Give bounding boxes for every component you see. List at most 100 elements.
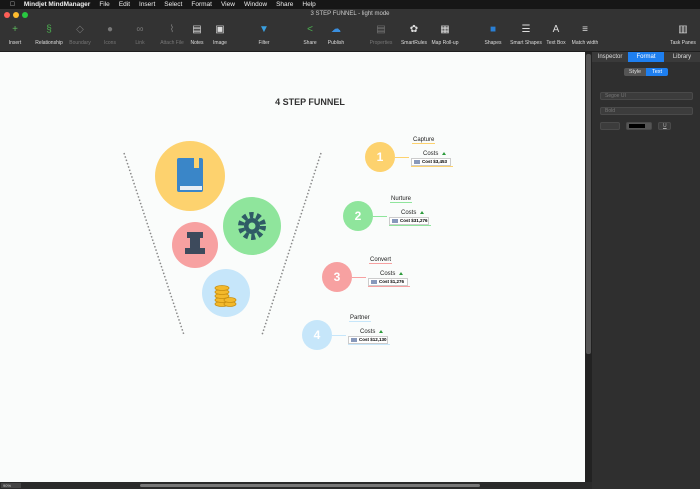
font-weight-select[interactable]: Bold [600,107,693,115]
flag-icon [379,330,383,333]
map-rollup-icon: ▦ [440,24,450,35]
menu-share[interactable]: Share [276,1,293,8]
icons-icon: ● [106,24,114,35]
step-2-label[interactable]: Nurture [390,196,413,203]
toolbar-label: Icons [104,40,116,46]
table-icon [351,338,357,342]
menu-help[interactable]: Help [302,1,315,8]
step-3-label[interactable]: Convert [369,257,393,264]
toolbar-label: Text Box [546,40,566,46]
match-width-icon: ≡ [582,24,588,35]
menu-file[interactable]: File [99,1,109,8]
step-connector [373,216,387,217]
funnel-graphic [123,141,322,336]
font-family-select[interactable]: Segoe UI [600,92,693,100]
task-panes-icon: ▥ [678,24,688,35]
task-pane: Inspector Format Library Style Text Sego… [592,52,700,489]
font-size-select[interactable] [600,122,620,130]
menu-edit[interactable]: Edit [119,1,130,8]
toolbar-label: Match width [571,40,599,46]
tab-library[interactable]: Library [664,52,700,62]
step-2-circle[interactable]: 2 [343,201,373,231]
toolbar-label: Publish [327,40,345,46]
close-button[interactable] [4,12,10,18]
costs-label: Costs [360,329,376,335]
tab-inspector[interactable]: Inspector [592,52,628,62]
menu-window[interactable]: Window [244,1,267,8]
step-3-circle[interactable]: 3 [322,262,352,292]
menu-view[interactable]: View [221,1,235,8]
smart-shapes-icon: ☰ [521,24,531,35]
table-icon [392,219,398,223]
menu-app[interactable]: Mindjet MindManager [24,1,90,8]
menu-bar:  Mindjet MindManager File Edit Insert S… [0,0,700,9]
book-icon [177,158,203,192]
table-icon [371,280,377,284]
step-2-costs[interactable]: Costs Cost $31,276 [389,210,431,226]
flag-icon [420,211,424,214]
font-color-picker[interactable] [626,122,652,130]
step-1-costs[interactable]: Costs Cost $3,453 [411,151,453,167]
image-icon: ▣ [215,24,225,35]
shapes-icon: ■ [489,24,497,35]
task-panes-button[interactable]: ▥ Task Panes [663,24,700,46]
step-3-costs[interactable]: Costs Cost $1,276 [368,271,410,287]
cost-text: Cost $12,130 [359,337,387,342]
properties-icon: ▤ [376,24,386,35]
zoom-select[interactable]: 90% [1,483,21,488]
apple-menu[interactable]:  [10,1,15,8]
toolbar-label: Boundary [69,40,91,46]
step-4-costs[interactable]: Costs Cost $12,130 [348,329,390,345]
subtab-text[interactable]: Text [646,68,668,76]
filter-button[interactable]: ▼ Filter [244,24,284,46]
toolbar-label: SmartRules [400,40,428,46]
window-title: 3 STEP FUNNEL - light mode [0,9,700,20]
menu-format[interactable]: Format [191,1,212,8]
minimize-button[interactable] [13,12,19,18]
table-icon [414,160,420,164]
step-1-circle[interactable]: 1 [365,142,395,172]
cost-value: Cost $3,453 [411,158,451,166]
vertical-scrollbar[interactable] [585,52,592,482]
smartrules-icon: ✿ [409,24,419,35]
underline-button[interactable]: U [658,122,671,130]
toolbar-label: Image [213,40,227,46]
step-4-label[interactable]: Partner [349,315,371,322]
cost-value: Cost $12,130 [348,336,388,344]
status-bar: 90% [0,482,592,489]
publish-button[interactable]: ☁ Publish [316,24,356,46]
cost-text: Cost $31,276 [400,218,428,223]
step-4-circle[interactable]: 4 [302,320,332,350]
flag-icon [399,272,403,275]
cost-text: Cost $1,276 [379,279,405,284]
image-button[interactable]: ▣ Image [200,24,240,46]
menu-select[interactable]: Select [164,1,182,8]
toolbar-label: Insert [8,40,22,46]
toolbar-label: Task Panes [670,40,696,46]
cost-value: Cost $1,276 [368,278,408,286]
horizontal-scrollbar[interactable] [140,484,480,487]
subtab-style[interactable]: Style [624,68,646,76]
toolbar-label: Filter [258,40,270,46]
insert-topic-icon: + [12,24,18,35]
step-connector [395,157,409,158]
zoom-button[interactable] [22,12,28,18]
menu-insert[interactable]: Insert [139,1,155,8]
toolbar-label: Share [303,40,317,46]
step-1-label[interactable]: Capture [412,137,436,144]
flag-icon [442,152,446,155]
costs-label: Costs [401,210,417,216]
map-roll-up-button[interactable]: ▦ Map Roll-up [425,24,465,46]
link-icon: ∞ [136,24,144,35]
costs-label: Costs [423,151,439,157]
boundary-icon: ◇ [76,24,84,35]
match-width-button[interactable]: ≡ Match width [565,24,605,46]
toolbar-label: Link [135,40,145,46]
filter-icon: ▼ [259,24,269,35]
map-canvas[interactable]: 4 STEP FUNNEL 1 Capture Costs Cost $3,45… [0,52,585,482]
toolbar: + Insert § Relationship ◇ Boundary ● Icons ∞ Link… [0,20,700,52]
share-icon: < [307,24,313,35]
publish-icon: ☁ [331,24,341,35]
tab-format[interactable]: Format [628,52,664,62]
toolbar-label: Relationship [35,40,63,46]
